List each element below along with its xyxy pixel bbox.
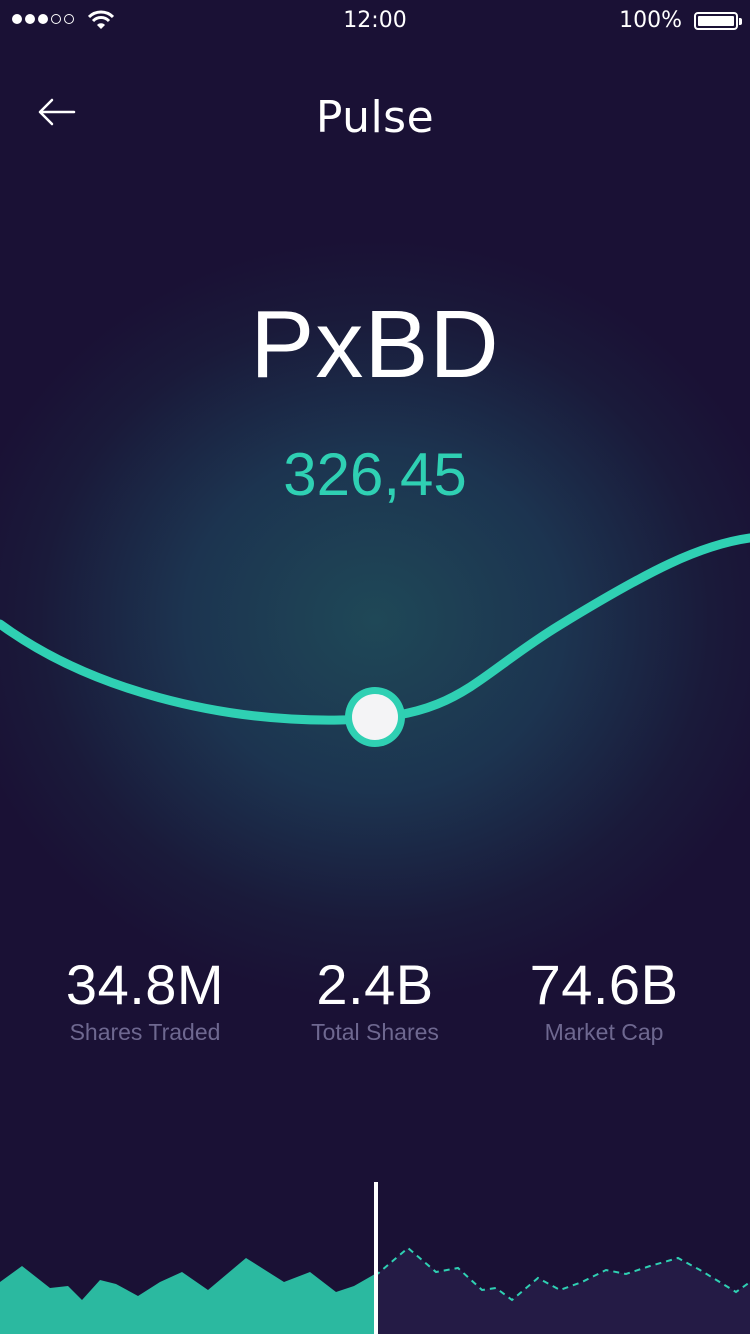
battery-percent: 100% — [619, 8, 682, 33]
stat-value: 2.4B — [316, 953, 434, 1016]
page-title: Pulse — [315, 92, 435, 143]
timeline-scrubber[interactable] — [0, 1180, 750, 1334]
stock-ticker: PxBD — [250, 291, 500, 398]
stat-value: 74.6B — [529, 953, 679, 1016]
status-bar: 12:00 100% — [0, 0, 750, 40]
curve-scrubber-handle[interactable] — [345, 687, 405, 747]
stats-row: 34.8M Shares Traded 2.4B Total Shares 74… — [0, 952, 750, 1062]
stat-market-cap: 74.6B Market Cap — [489, 952, 719, 1046]
price-curve-chart[interactable] — [0, 500, 750, 780]
stat-label: Total Shares — [311, 1019, 439, 1045]
stat-label: Market Cap — [544, 1019, 664, 1045]
timeline-future-area — [375, 1248, 750, 1334]
stat-total-shares: 2.4B Total Shares — [260, 952, 490, 1046]
timeline-past-area — [0, 1258, 375, 1334]
stat-label: Shares Traded — [69, 1019, 221, 1045]
battery-icon — [694, 12, 742, 30]
stat-value: 34.8M — [65, 953, 225, 1016]
stat-shares-traded: 34.8M Shares Traded — [30, 952, 260, 1046]
stock-price: 326,45 — [283, 441, 467, 508]
pulse-screen: 12:00 100% Pulse PxBD 326,45 34.8M Share… — [0, 0, 750, 1334]
